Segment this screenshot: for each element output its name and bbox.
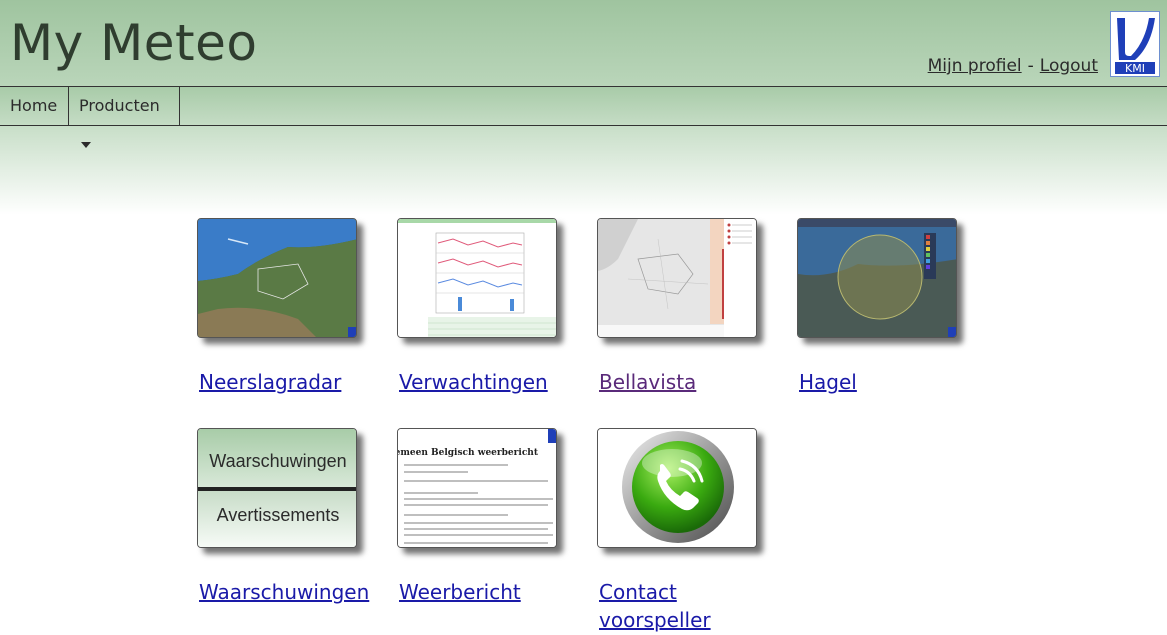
profile-link[interactable]: Mijn profiel <box>928 56 1022 76</box>
nav-products[interactable]: Producten <box>69 87 180 148</box>
tile-bellavista[interactable]: Bellavista <box>591 212 776 402</box>
tile-label-verwachtingen[interactable]: Verwachtingen <box>399 368 548 396</box>
kmi-logo-icon: KMI <box>1113 14 1157 75</box>
tile-hagel[interactable]: Hagel <box>791 212 976 402</box>
hail-map-icon[interactable] <box>797 218 957 338</box>
bellavista-map-icon[interactable] <box>597 218 757 338</box>
logout-link[interactable]: Logout <box>1040 56 1098 76</box>
tile-label-contact-line1: Contact <box>599 580 677 604</box>
radar-map-icon[interactable] <box>197 218 357 338</box>
tile-label-hagel[interactable]: Hagel <box>799 368 857 396</box>
tile-waarschuwingen[interactable]: Waarschuwingen Avertissements Waarschuwi… <box>191 422 376 612</box>
logo-text: KMI <box>1125 62 1145 75</box>
warnings-thumb-top-text: Waarschuwingen <box>209 451 346 471</box>
tile-label-bellavista[interactable]: Bellavista <box>599 368 696 396</box>
tile-label-contact[interactable]: Contact voorspeller <box>599 578 711 634</box>
nav-home[interactable]: Home <box>0 87 69 125</box>
tile-contact-voorspeller[interactable]: Contact voorspeller <box>591 422 776 635</box>
kmi-logo[interactable]: KMI <box>1110 11 1160 77</box>
main-navbar: Home Producten <box>0 86 1167 148</box>
app-title: My Meteo <box>10 14 258 72</box>
report-thumb-heading: Algemeen Belgisch weerbericht <box>398 448 539 458</box>
header: My Meteo Mijn profiel - Logout KMI <box>0 0 1167 87</box>
warnings-thumb-bottom-text: Avertissements <box>217 505 340 525</box>
tile-label-weerbericht[interactable]: Weerbericht <box>399 578 521 606</box>
forecast-charts-icon[interactable] <box>397 218 557 338</box>
link-separator: - <box>1027 56 1034 76</box>
chevron-down-icon <box>81 141 91 148</box>
nav-products-label: Producten <box>79 96 160 115</box>
tile-label-waarschuwingen[interactable]: Waarschuwingen <box>199 578 369 606</box>
tile-weerbericht[interactable]: Algemeen Belgisch weerbericht Weerberich… <box>391 422 576 612</box>
tile-neerslagradar[interactable]: Neerslagradar <box>191 212 376 402</box>
weather-report-icon[interactable]: Algemeen Belgisch weerbericht <box>397 428 557 548</box>
tile-label-neerslagradar[interactable]: Neerslagradar <box>199 368 341 396</box>
warnings-icon[interactable]: Waarschuwingen Avertissements <box>197 428 357 548</box>
tile-label-contact-line2: voorspeller <box>599 608 711 632</box>
user-links: Mijn profiel - Logout <box>928 56 1098 76</box>
phone-icon[interactable] <box>597 428 757 548</box>
tile-verwachtingen[interactable]: Verwachtingen <box>391 212 576 402</box>
